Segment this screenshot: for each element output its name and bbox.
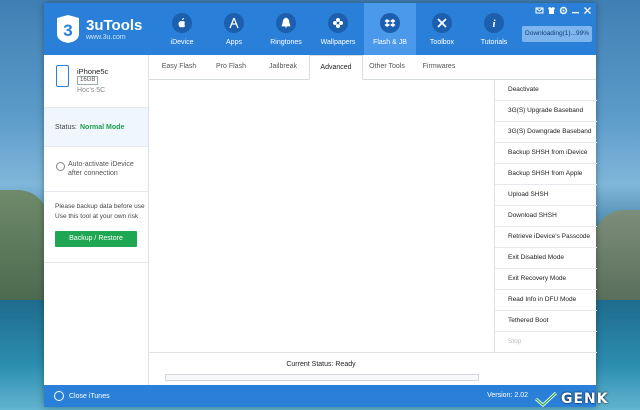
current-status: Current Status: Ready — [286, 361, 356, 368]
app-store-icon — [224, 13, 244, 33]
nav-label: Ringtones — [270, 39, 302, 46]
action-tethered-boot[interactable]: Tethered Boot — [495, 311, 597, 332]
close-icon[interactable] — [583, 6, 592, 15]
download-status-button[interactable]: Downloading(1)...99% — [522, 26, 592, 42]
settings-icon[interactable] — [559, 6, 568, 15]
content-area — [149, 80, 493, 350]
status-panel: Current Status: Ready — [149, 352, 596, 385]
close-itunes-button[interactable]: Close iTunes — [54, 391, 110, 401]
svg-text:i: i — [492, 18, 496, 29]
checkmark-logo-icon — [535, 391, 558, 407]
nav-item-toolbox[interactable]: Toolbox — [416, 3, 468, 55]
action-exit-recovery-mode[interactable]: Exit Recovery Mode — [495, 269, 597, 290]
nav-item-flash-jb[interactable]: Flash & JB — [364, 3, 416, 55]
backup-restore-button[interactable]: Backup / Restore — [55, 231, 137, 247]
app-window: 3 3uTools www.3u.com iDevice Apps Ringtone… — [44, 3, 597, 407]
nav-label: Wallpapers — [320, 39, 356, 46]
tab-other-tools[interactable]: Other Tools — [361, 55, 413, 79]
backup-note: Please backup data before use Use this t… — [55, 203, 145, 220]
main-nav: iDevice Apps Ringtones Wallpapers Flash & JB… — [156, 3, 520, 55]
dropbox-icon — [380, 13, 400, 33]
svg-text:3: 3 — [63, 21, 72, 40]
device-sidebar: iPhone5c 16GB Hoc's 5C Status: Normal Mo… — [44, 55, 149, 385]
action-upload-shsh[interactable]: Upload SHSH — [495, 185, 597, 206]
nav-item-wallpapers[interactable]: Wallpapers — [312, 3, 364, 55]
nav-label: Toolbox — [429, 39, 455, 46]
device-capacity-badge: 16GB — [77, 76, 99, 85]
title-bar: 3 3uTools www.3u.com iDevice Apps Ringtone… — [44, 3, 596, 55]
watermark-text: GENK — [561, 391, 609, 407]
nav-item-apps[interactable]: Apps — [208, 3, 260, 55]
phone-icon — [56, 65, 69, 87]
close-itunes-label: Close iTunes — [69, 392, 110, 400]
window-controls — [535, 6, 592, 15]
progress-bar — [165, 374, 479, 381]
device-status: Status: Normal Mode — [44, 108, 148, 147]
action-backup-shsh-from-idevice[interactable]: Backup SHSH from iDevice — [495, 143, 597, 164]
tab-easy-flash[interactable]: Easy Flash — [153, 55, 205, 79]
skin-icon[interactable] — [547, 6, 556, 15]
tab-firmwares[interactable]: Firmwares — [413, 55, 465, 79]
action-exit-disabled-mode[interactable]: Exit Disabled Mode — [495, 248, 597, 269]
feedback-icon[interactable] — [535, 6, 544, 15]
app-name: 3uTools — [86, 17, 143, 34]
flash-tabs: Easy Flash Pro Flash Jailbreak Advanced Othe… — [149, 55, 596, 80]
advanced-actions: Deactivate 3G(S) Upgrade Baseband 3G(S) Do… — [494, 80, 597, 353]
nav-item-idevice[interactable]: iDevice — [156, 3, 208, 55]
auto-activate-option[interactable]: Auto-activate iDevice after connection — [44, 147, 148, 192]
action-stop: Stop — [495, 332, 597, 353]
3utools-logo-icon: 3 — [57, 15, 79, 43]
action-retrieve-idevice-s-passcode[interactable]: Retrieve iDevice's Passcode — [495, 227, 597, 248]
action-deactivate[interactable]: Deactivate — [495, 80, 597, 101]
nav-label: Flash & JB — [373, 39, 407, 46]
nav-item-ringtones[interactable]: Ringtones — [260, 3, 312, 55]
app-url: www.3u.com — [86, 34, 126, 41]
apple-icon — [172, 13, 192, 33]
auto-activate-label: Auto-activate iDevice after connection — [68, 161, 134, 177]
bell-icon — [276, 13, 296, 33]
backup-section: Please backup data before use Use this t… — [44, 192, 148, 263]
action-3g-s-downgrade-baseband[interactable]: 3G(S) Downgrade Baseband — [495, 122, 597, 143]
nav-label: iDevice — [170, 39, 194, 46]
action-3g-s-upgrade-baseband[interactable]: 3G(S) Upgrade Baseband — [495, 101, 597, 122]
nav-label: Tutorials — [480, 39, 508, 46]
tab-jailbreak[interactable]: Jailbreak — [257, 55, 309, 79]
status-label: Status: — [55, 124, 77, 131]
status-value: Normal Mode — [80, 124, 125, 131]
tab-pro-flash[interactable]: Pro Flash — [205, 55, 257, 79]
nav-label: Apps — [226, 39, 242, 46]
action-read-info-in-dfu-mode[interactable]: Read Info in DFU Mode — [495, 290, 597, 311]
device-info[interactable]: iPhone5c 16GB Hoc's 5C — [44, 55, 148, 108]
minimize-icon[interactable] — [571, 6, 580, 15]
bottom-bar: Close iTunes Version: 2.02 — [44, 385, 596, 407]
action-backup-shsh-from-apple[interactable]: Backup SHSH from Apple — [495, 164, 597, 185]
flower-icon — [328, 13, 348, 33]
action-download-shsh[interactable]: Download SHSH — [495, 206, 597, 227]
device-model: Hoc's 5C — [77, 87, 106, 94]
version-label: Version: 2.02 — [487, 392, 528, 399]
nav-item-tutorials[interactable]: i Tutorials — [468, 3, 520, 55]
wrench-icon — [432, 13, 452, 33]
device-name: iPhone5c — [77, 67, 109, 76]
genk-watermark: GENK — [534, 390, 634, 408]
info-icon: i — [484, 13, 504, 33]
tab-advanced[interactable]: Advanced — [309, 55, 363, 80]
power-icon — [54, 391, 64, 401]
auto-activate-radio[interactable] — [56, 162, 65, 171]
